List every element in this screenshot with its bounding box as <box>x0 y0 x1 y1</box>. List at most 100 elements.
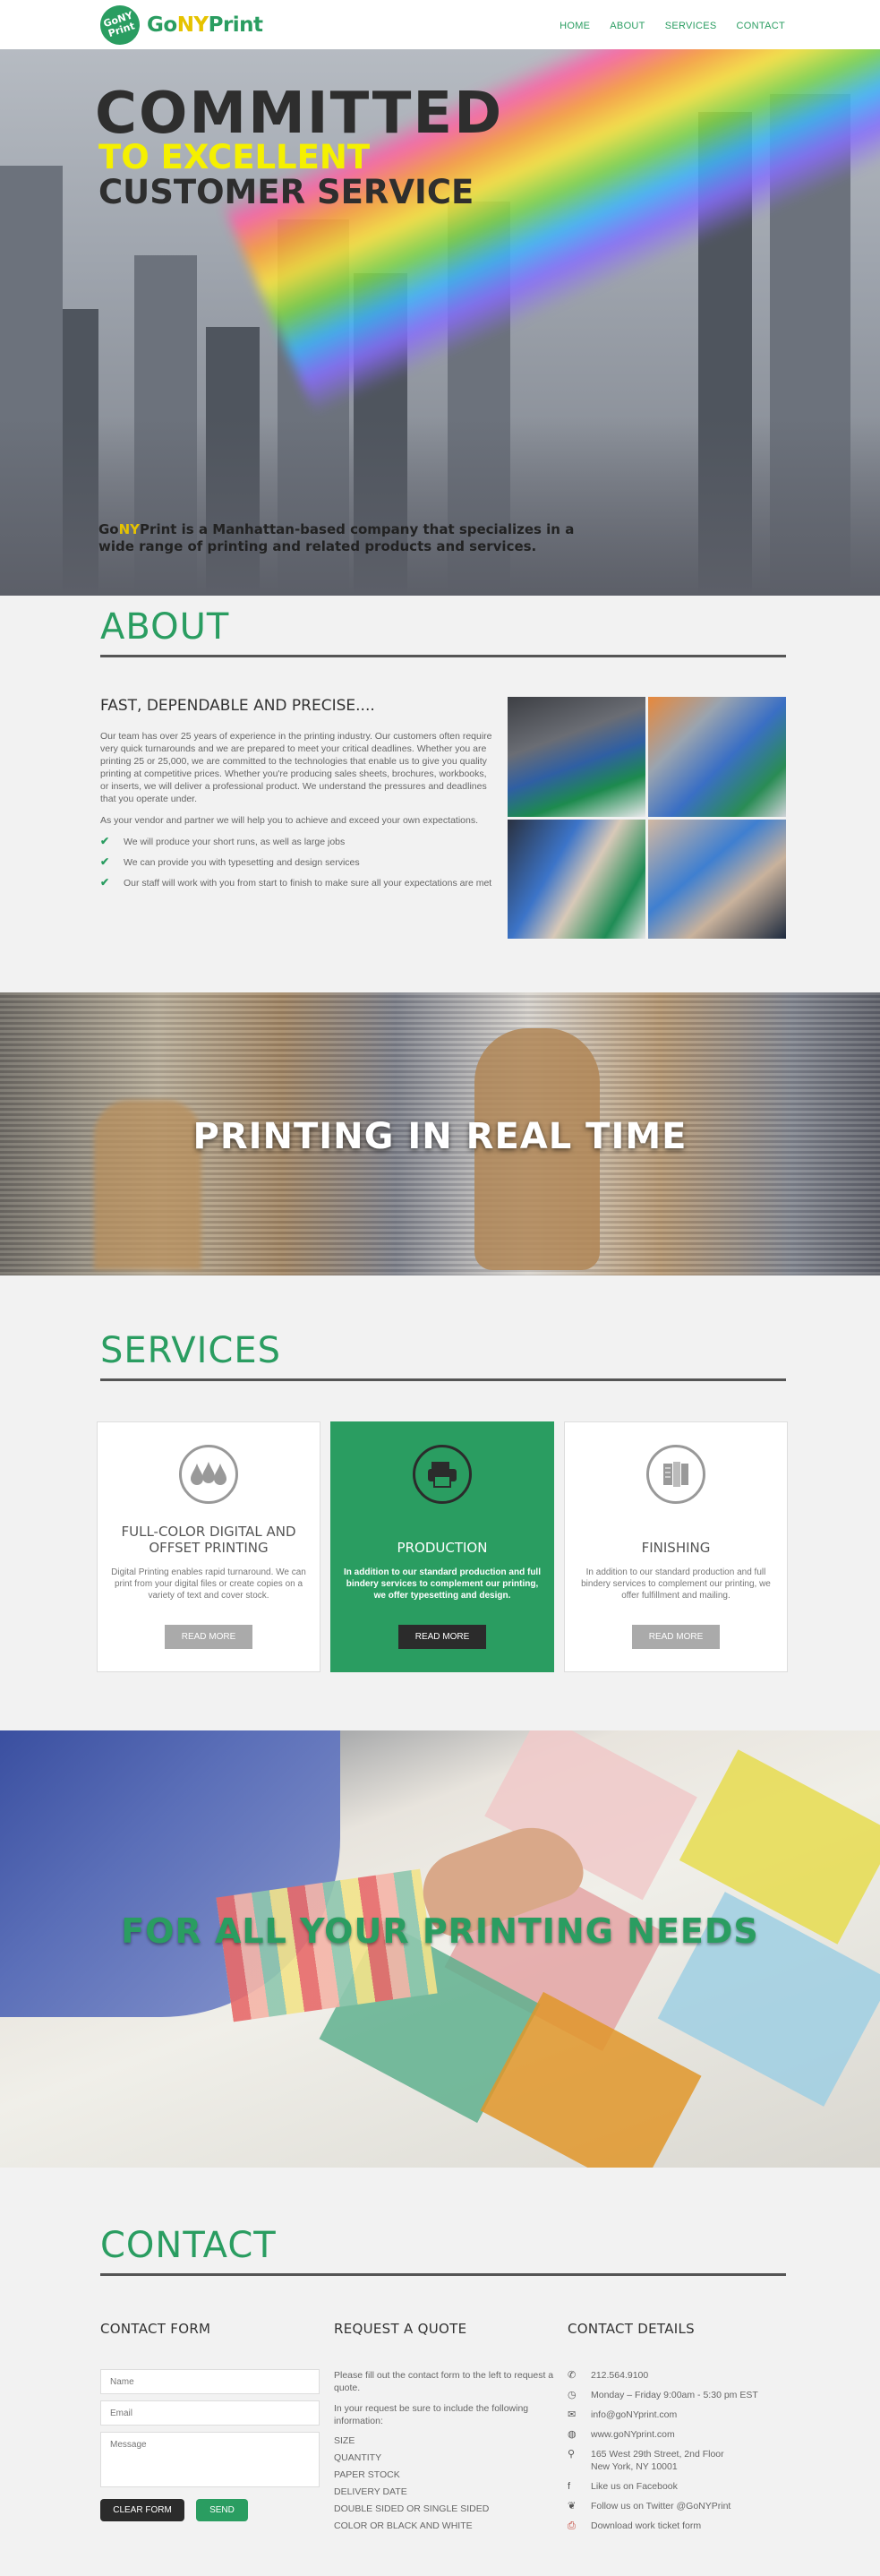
detail-phone: ✆ 212.564.9100 <box>568 2369 791 2382</box>
booklet-icon <box>646 1445 705 1504</box>
service-card-title: FINISHING <box>641 1540 711 1556</box>
printer-icon <box>413 1445 472 1504</box>
phone-icon: ✆ <box>568 2370 577 2381</box>
main-nav: HOME ABOUT SERVICES CONTACT <box>560 21 785 31</box>
clear-form-button[interactable]: CLEAR FORM <box>100 2499 184 2521</box>
hero-heading-line2: TO EXCELLENT <box>98 138 371 176</box>
quote-requirements: SIZE QUANTITY PAPER STOCK DELIVERY DATE … <box>334 2435 558 2531</box>
about-title: ABOUT <box>100 606 786 657</box>
ink-drops-icon <box>179 1445 238 1504</box>
request-quote: REQUEST A QUOTE Please fill out the cont… <box>334 2321 558 2537</box>
printing-photo <box>508 697 645 817</box>
services-cards: FULL-COLOR DIGITAL AND OFFSET PRINTING D… <box>97 1421 788 1672</box>
logo-wordmark: GoNYPrint <box>147 13 263 37</box>
detail-text: 165 West 29th Street, 2nd Floor New York… <box>591 2449 724 2472</box>
check-icon: ✔ <box>100 876 110 889</box>
check-text: We will produce your short runs, as well… <box>124 837 346 847</box>
about-body: Our team has over 25 years of experience… <box>100 730 494 897</box>
email-link[interactable]: info@goNYprint.com <box>591 2409 677 2421</box>
pdf-icon: ⎙ <box>568 2520 576 2531</box>
quote-text: Please fill out the contact form to the … <box>334 2369 558 2427</box>
services-title: SERVICES <box>100 1330 786 1381</box>
logo-badge: GoNY Print <box>95 0 145 50</box>
contact-details: CONTACT DETAILS ✆ 212.564.9100 ◷ Monday – … <box>568 2321 791 2539</box>
site-header: GoNY Print GoNYPrint HOME ABOUT SERVICES… <box>0 0 880 50</box>
twitter-link[interactable]: Follow us on Twitter @GoNYPrint <box>591 2500 730 2512</box>
clock-icon: ◷ <box>568 2390 577 2400</box>
contact-form-heading: CONTACT FORM <box>100 2321 211 2337</box>
request-quote-heading: REQUEST A QUOTE <box>334 2321 467 2337</box>
service-card-title: FULL-COLOR DIGITAL AND OFFSET PRINTING <box>121 1524 296 1556</box>
list-item: QUANTITY <box>334 2452 382 2463</box>
tagline-ny: NY <box>118 521 141 537</box>
detail-website: ◍ www.goNYprint.com <box>568 2428 791 2441</box>
read-more-button[interactable]: READ MORE <box>398 1625 486 1649</box>
printing-photo <box>648 697 786 817</box>
nav-about-link[interactable]: ABOUT <box>610 21 645 31</box>
list-item: ✔ We will produce your short runs, as wel… <box>100 835 494 848</box>
hero-tagline: GoNYPrint is a Manhattan-based company t… <box>98 521 600 555</box>
printing-photo <box>508 819 645 939</box>
service-card-printing: FULL-COLOR DIGITAL AND OFFSET PRINTING D… <box>97 1421 320 1672</box>
facebook-link[interactable]: Like us on Facebook <box>591 2480 678 2493</box>
check-text: Our staff will work with you from start … <box>124 878 492 889</box>
contact-form: CONTACT FORM CLEAR FORM SEND <box>100 2321 324 2521</box>
contact-details-heading: CONTACT DETAILS <box>568 2321 695 2337</box>
detail-text: Monday – Friday 9:00am - 5:30 pm EST <box>591 2390 758 2400</box>
check-text: We can provide you with typesetting and … <box>124 857 360 868</box>
service-card-desc: In addition to our standard production a… <box>581 1567 771 1601</box>
detail-twitter: ❦ Follow us on Twitter @GoNYPrint <box>568 2500 791 2512</box>
nav-contact-link[interactable]: CONTACT <box>737 21 785 31</box>
contact-details-list: ✆ 212.564.9100 ◷ Monday – Friday 9:00am - … <box>568 2369 791 2532</box>
message-field[interactable] <box>100 2432 320 2487</box>
list-item: COLOR OR BLACK AND WHITE <box>334 2520 473 2531</box>
read-more-button[interactable]: READ MORE <box>165 1625 252 1649</box>
facebook-icon: f <box>568 2481 571 2492</box>
service-card-title: PRODUCTION <box>397 1540 488 1556</box>
service-card-desc: Digital Printing enables rapid turnaroun… <box>111 1567 306 1601</box>
send-button[interactable]: SEND <box>196 2499 248 2521</box>
list-item: PAPER STOCK <box>334 2469 400 2480</box>
map-pin-icon: ⚲ <box>568 2449 576 2460</box>
logo-ny: NY <box>176 13 209 37</box>
nav-home-link[interactable]: HOME <box>560 21 590 31</box>
road-shadow <box>0 416 880 596</box>
download-link[interactable]: Download work ticket form <box>591 2520 701 2532</box>
about-paragraph: Our team has over 25 years of experience… <box>100 731 492 804</box>
logo-go: Go <box>147 13 177 37</box>
tagline-text: Print is a Manhattan-based company that … <box>98 521 575 554</box>
check-icon: ✔ <box>100 835 110 847</box>
list-item: DOUBLE SIDED OR SINGLE SIDED <box>334 2503 490 2514</box>
hero-banner: COMMITTED TO EXCELLENT CUSTOMER SERVICE … <box>0 49 880 596</box>
quote-paragraph: Please fill out the contact form to the … <box>334 2370 554 2393</box>
hero-heading-line3: CUSTOMER SERVICE <box>98 173 474 211</box>
printing-needs-text: FOR ALL YOUR PRINTING NEEDS <box>121 1911 759 1951</box>
form-buttons: CLEAR FORM SEND <box>100 2499 324 2521</box>
contact-title: CONTACT <box>100 2225 786 2276</box>
detail-facebook: f Like us on Facebook <box>568 2480 791 2493</box>
detail-address: ⚲ 165 West 29th Street, 2nd Floor New Yor… <box>568 2448 791 2473</box>
logo-print: Print <box>208 13 263 37</box>
about-checklist: ✔ We will produce your short runs, as wel… <box>100 835 494 889</box>
detail-text[interactable]: 212.564.9100 <box>591 2369 648 2382</box>
list-item: ✔ We can provide you with typesetting and… <box>100 855 494 869</box>
about-photo-grid <box>508 697 786 939</box>
tagline-go: Go <box>98 521 119 537</box>
check-icon: ✔ <box>100 855 110 868</box>
twitter-icon: ❦ <box>568 2501 577 2512</box>
site-logo[interactable]: GoNY Print GoNYPrint <box>95 0 263 50</box>
globe-icon: ◍ <box>568 2429 577 2440</box>
nav-services-link[interactable]: SERVICES <box>665 21 717 31</box>
list-item: ✔ Our staff will work with you from start… <box>100 876 494 889</box>
printing-banner-text: PRINTING IN REAL TIME <box>192 1116 688 1157</box>
list-item: SIZE <box>334 2435 355 2446</box>
printing-photo <box>648 819 786 939</box>
email-field[interactable] <box>100 2400 320 2426</box>
name-field[interactable] <box>100 2369 320 2394</box>
hero-heading-line1: COMMITTED <box>95 81 504 147</box>
service-card-finishing: FINISHING In addition to our standard pr… <box>564 1421 788 1672</box>
website-link[interactable]: www.goNYprint.com <box>591 2428 675 2441</box>
about-subtitle: FAST, DEPENDABLE AND PRECISE.... <box>100 697 375 715</box>
read-more-button[interactable]: READ MORE <box>632 1625 720 1649</box>
